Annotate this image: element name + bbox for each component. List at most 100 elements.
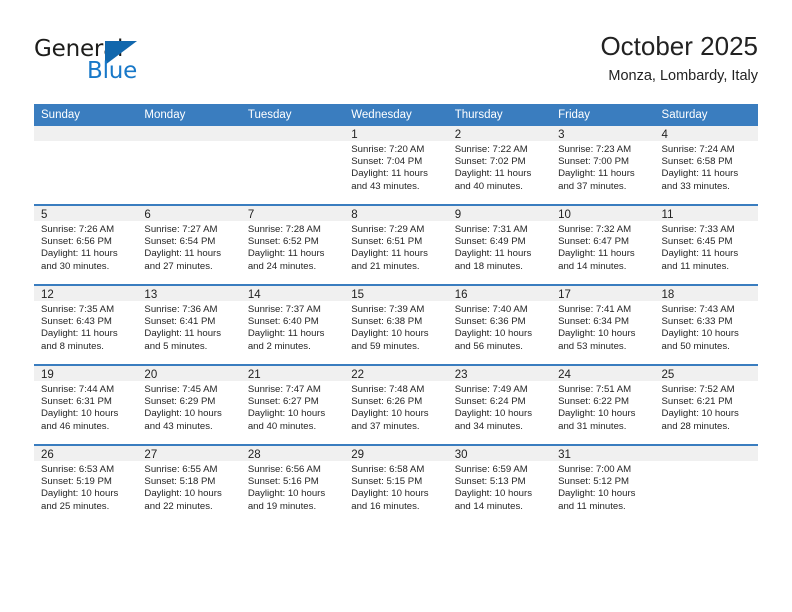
calendar-day-cell[interactable]: 27 Sunrise: 6:55 AM Sunset: 5:18 PM Dayligh…	[137, 444, 241, 524]
daylight-text-line2: and 14 minutes.	[454, 500, 523, 512]
sunrise-text: Sunrise: 7:22 AM	[454, 144, 528, 155]
day-details: Sunrise: 7:45 AM Sunset: 6:29 PM Daylight:…	[137, 381, 240, 433]
calendar-day-cell[interactable]: 4 Sunrise: 7:24 AM Sunset: 6:58 PM Daylight…	[654, 126, 758, 205]
calendar-day-cell[interactable]: 26 Sunrise: 6:53 AM Sunset: 5:19 PM Dayligh…	[34, 444, 138, 524]
weekday-header-monday: Monday	[137, 104, 241, 126]
calendar-day-cell[interactable]: 3 Sunrise: 7:23 AM Sunset: 7:00 PM Daylight…	[551, 126, 655, 205]
day-details	[241, 141, 344, 144]
calendar-day-cell[interactable]: 12 Sunrise: 7:35 AM Sunset: 6:43 PM Dayligh…	[34, 284, 138, 365]
sunrise-text: Sunrise: 7:41 AM	[558, 304, 632, 315]
daylight-text-line2: and 28 minutes.	[661, 420, 730, 432]
sunset-text: Sunset: 5:12 PM	[558, 476, 630, 488]
day-details: Sunrise: 7:27 AM Sunset: 6:54 PM Daylight:…	[137, 221, 240, 273]
weekday-header-saturday: Saturday	[654, 104, 758, 126]
sunrise-text: Sunrise: 7:20 AM	[351, 144, 425, 155]
calendar-day-cell[interactable]: 31 Sunrise: 7:00 AM Sunset: 5:12 PM Dayligh…	[551, 444, 655, 524]
daylight-text-line2: and 40 minutes.	[454, 180, 523, 192]
logo-text-blue: Blue	[87, 58, 138, 84]
day-details: Sunrise: 7:40 AM Sunset: 6:36 PM Daylight:…	[448, 301, 551, 353]
sunrise-text: Sunrise: 7:39 AM	[351, 304, 425, 315]
calendar-day-cell[interactable]: 17 Sunrise: 7:41 AM Sunset: 6:34 PM Dayligh…	[551, 284, 655, 365]
general-blue-logo[interactable]: General Blue	[34, 36, 214, 84]
calendar-day-cell[interactable]: 28 Sunrise: 6:56 AM Sunset: 5:16 PM Dayligh…	[240, 444, 345, 524]
day-number	[137, 126, 241, 141]
calendar-day-cell[interactable]: 22 Sunrise: 7:48 AM Sunset: 6:26 PM Dayligh…	[344, 364, 448, 445]
day-number: 5	[34, 206, 138, 221]
day-details: Sunrise: 7:39 AM Sunset: 6:38 PM Daylight:…	[344, 301, 447, 353]
calendar-day-cell[interactable]: 23 Sunrise: 7:49 AM Sunset: 6:24 PM Dayligh…	[447, 364, 552, 445]
calendar-day-cell[interactable]: 1 Sunrise: 7:20 AM Sunset: 7:04 PM Daylight…	[344, 126, 448, 205]
calendar-day-cell[interactable]: 29 Sunrise: 6:58 AM Sunset: 5:15 PM Dayligh…	[344, 444, 448, 524]
daylight-text-line1: Daylight: 11 hours	[454, 248, 532, 260]
daylight-text-line2: and 11 minutes.	[661, 260, 730, 272]
day-details	[655, 461, 758, 464]
daylight-text-line1: Daylight: 11 hours	[351, 168, 428, 180]
calendar-day-cell[interactable]: 6 Sunrise: 7:27 AM Sunset: 6:54 PM Daylight…	[137, 204, 241, 285]
day-details: Sunrise: 7:31 AM Sunset: 6:49 PM Daylight:…	[448, 221, 551, 273]
daylight-text-line2: and 19 minutes.	[247, 500, 317, 512]
day-details: Sunrise: 7:36 AM Sunset: 6:41 PM Daylight:…	[137, 301, 240, 353]
calendar-week-row: 12 Sunrise: 7:35 AM Sunset: 6:43 PM Dayligh…	[34, 284, 758, 365]
sunrise-text: Sunrise: 6:59 AM	[454, 464, 528, 475]
calendar-day-cell[interactable]: 15 Sunrise: 7:39 AM Sunset: 6:38 PM Dayligh…	[344, 284, 448, 365]
calendar-day-cell[interactable]: 13 Sunrise: 7:36 AM Sunset: 6:41 PM Dayligh…	[137, 284, 241, 365]
day-number: 16	[447, 286, 552, 301]
calendar-day-cell[interactable]: 8 Sunrise: 7:29 AM Sunset: 6:51 PM Daylight…	[344, 204, 448, 285]
calendar-body: 1 Sunrise: 7:20 AM Sunset: 7:04 PM Daylight…	[34, 126, 758, 524]
calendar-week-row: 26 Sunrise: 6:53 AM Sunset: 5:19 PM Dayligh…	[34, 444, 758, 524]
calendar-day-cell[interactable]: 9 Sunrise: 7:31 AM Sunset: 6:49 PM Daylight…	[447, 204, 552, 285]
day-number: 14	[240, 286, 345, 301]
day-number: 9	[447, 206, 552, 221]
day-details: Sunrise: 7:23 AM Sunset: 7:00 PM Daylight:…	[551, 141, 654, 193]
daylight-text-line2: and 25 minutes.	[41, 500, 110, 512]
sunrise-text: Sunrise: 7:40 AM	[454, 304, 528, 315]
daylight-text-line1: Daylight: 10 hours	[558, 328, 636, 340]
sunrise-text: Sunrise: 7:32 AM	[558, 224, 632, 235]
sunset-text: Sunset: 6:29 PM	[144, 396, 216, 408]
day-details: Sunrise: 7:26 AM Sunset: 6:56 PM Daylight:…	[34, 221, 137, 273]
day-details: Sunrise: 7:20 AM Sunset: 7:04 PM Daylight:…	[344, 141, 447, 193]
day-number: 21	[240, 366, 345, 381]
calendar-day-cell[interactable]: 24 Sunrise: 7:51 AM Sunset: 6:22 PM Dayligh…	[551, 364, 655, 445]
daylight-text-line2: and 37 minutes.	[351, 420, 420, 432]
calendar-day-cell[interactable]: 7 Sunrise: 7:28 AM Sunset: 6:52 PM Daylight…	[240, 204, 345, 285]
calendar-day-cell[interactable]: 2 Sunrise: 7:22 AM Sunset: 7:02 PM Daylight…	[447, 126, 552, 205]
daylight-text-line2: and 50 minutes.	[661, 340, 730, 352]
daylight-text-line2: and 14 minutes.	[558, 260, 627, 272]
day-details: Sunrise: 7:00 AM Sunset: 5:12 PM Daylight:…	[551, 461, 654, 513]
daylight-text-line1: Daylight: 10 hours	[41, 408, 119, 420]
calendar-page: General Blue October 2025 Monza, Lombard…	[0, 0, 792, 612]
daylight-text-line2: and 56 minutes.	[454, 340, 523, 352]
calendar-day-cell-empty	[654, 444, 758, 524]
calendar-day-cell[interactable]: 10 Sunrise: 7:32 AM Sunset: 6:47 PM Dayligh…	[551, 204, 655, 285]
sunset-text: Sunset: 6:52 PM	[247, 236, 319, 248]
calendar-day-cell[interactable]: 14 Sunrise: 7:37 AM Sunset: 6:40 PM Dayligh…	[240, 284, 345, 365]
weekday-header-sunday: Sunday	[34, 104, 138, 126]
calendar-day-cell-empty	[34, 126, 138, 205]
daylight-text-line1: Daylight: 10 hours	[454, 328, 533, 340]
day-details: Sunrise: 7:35 AM Sunset: 6:43 PM Daylight:…	[34, 301, 137, 353]
calendar-day-cell[interactable]: 18 Sunrise: 7:43 AM Sunset: 6:33 PM Dayligh…	[654, 284, 758, 365]
day-number: 4	[654, 126, 758, 141]
calendar-day-cell[interactable]: 20 Sunrise: 7:45 AM Sunset: 6:29 PM Dayligh…	[137, 364, 241, 445]
calendar-day-cell[interactable]: 5 Sunrise: 7:26 AM Sunset: 6:56 PM Daylight…	[34, 204, 138, 285]
daylight-text-line2: and 40 minutes.	[247, 420, 317, 432]
daylight-text-line2: and 37 minutes.	[558, 180, 627, 192]
sunrise-text: Sunrise: 7:37 AM	[247, 304, 321, 315]
calendar-day-cell[interactable]: 30 Sunrise: 6:59 AM Sunset: 5:13 PM Dayligh…	[447, 444, 552, 524]
calendar-day-cell[interactable]: 21 Sunrise: 7:47 AM Sunset: 6:27 PM Dayligh…	[240, 364, 345, 445]
sunset-text: Sunset: 5:13 PM	[454, 476, 526, 488]
sunset-text: Sunset: 6:40 PM	[247, 316, 319, 328]
day-details	[34, 141, 137, 144]
calendar-day-cell[interactable]: 25 Sunrise: 7:52 AM Sunset: 6:21 PM Dayligh…	[654, 364, 758, 445]
calendar-day-cell[interactable]: 11 Sunrise: 7:33 AM Sunset: 6:45 PM Dayligh…	[654, 204, 758, 285]
sunrise-text: Sunrise: 7:51 AM	[558, 384, 632, 395]
calendar-day-cell[interactable]: 19 Sunrise: 7:44 AM Sunset: 6:31 PM Dayligh…	[34, 364, 138, 445]
sunrise-text: Sunrise: 7:43 AM	[661, 304, 735, 315]
day-details: Sunrise: 7:52 AM Sunset: 6:21 PM Daylight:…	[655, 381, 758, 433]
sunrise-text: Sunrise: 7:23 AM	[558, 144, 632, 155]
daylight-text-line2: and 21 minutes.	[351, 260, 420, 272]
calendar-day-cell[interactable]: 16 Sunrise: 7:40 AM Sunset: 6:36 PM Dayligh…	[447, 284, 552, 365]
daylight-text-line1: Daylight: 10 hours	[351, 408, 429, 420]
day-number: 20	[137, 366, 241, 381]
